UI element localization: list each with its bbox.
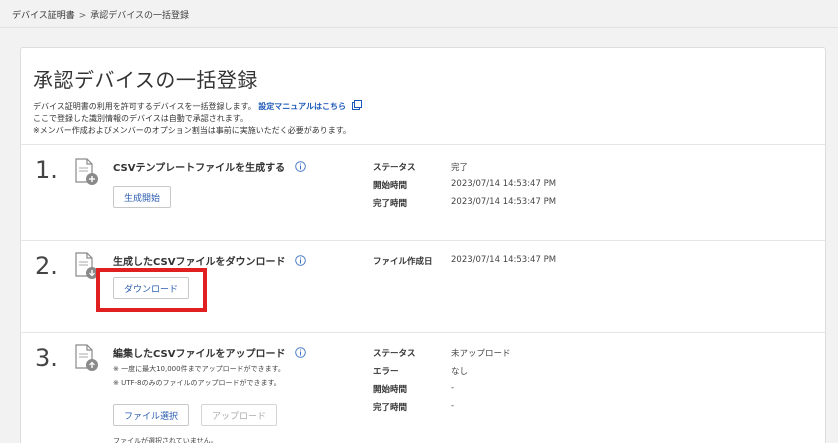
- description-line-2: ここで登録した識別情報のデバイスは自動で承認されます。: [33, 114, 248, 123]
- field-value: 完了: [451, 163, 469, 173]
- step-2-number: 2.: [35, 252, 58, 280]
- field-label: 開始時間: [373, 385, 408, 395]
- no-file-selected-text: ファイルが選択されていません。: [113, 437, 218, 443]
- field-label: エラー: [373, 367, 399, 377]
- step-3: 3. 編集したCSVファイルをアップロード ※ 一度に最大10,000件までアッ…: [21, 332, 825, 443]
- manual-link[interactable]: 設定マニュアルはこちら: [258, 102, 346, 111]
- breadcrumb-parent[interactable]: デバイス証明書: [12, 11, 75, 21]
- download-highlight-box: [96, 268, 207, 312]
- step-1-title: CSVテンプレートファイルを生成する: [113, 163, 286, 174]
- step-1-title-row: CSVテンプレートファイルを生成する: [113, 159, 306, 174]
- external-link-icon[interactable]: [351, 100, 362, 110]
- step-3-number: 3.: [35, 344, 58, 372]
- field-value: 2023/07/14 14:53:47 PM: [451, 197, 557, 207]
- description-line-1: デバイス証明書の利用を許可するデバイスを一括登録します。: [33, 102, 256, 111]
- breadcrumb-separator: >: [78, 11, 87, 21]
- step-2-title-row: 生成したCSVファイルをダウンロード: [113, 253, 306, 268]
- step-3-title-row: 編集したCSVファイルをアップロード: [113, 345, 306, 360]
- info-icon[interactable]: [295, 255, 306, 266]
- content-card: 承認デバイスの一括登録 デバイス証明書の利用を許可するデバイスを一括登録します。…: [20, 47, 826, 443]
- step-2-title: 生成したCSVファイルをダウンロード: [113, 257, 286, 268]
- field-label: ステータス: [373, 349, 416, 359]
- utf8-note: ※ UTF-8のみのファイルのアップロードができます。: [113, 379, 281, 387]
- page-title: 承認デバイスの一括登録: [33, 68, 258, 92]
- top-bar: デバイス証明書 > 承認デバイスの一括登録: [0, 0, 838, 28]
- info-icon[interactable]: [295, 347, 306, 358]
- step-3-title: 編集したCSVファイルをアップロード: [113, 349, 286, 360]
- field-value: -: [451, 383, 455, 393]
- description-line-3: ※メンバー作成およびメンバーのオプション割当は事前に実施いただく必要があります。: [33, 126, 351, 135]
- step-1: 1. CSVテンプレートファイルを生成する 生成開始 ステータス 完了 開始時間 2…: [21, 144, 825, 240]
- breadcrumb-current: 承認デバイスの一括登録: [90, 11, 190, 21]
- file-upload-icon: [75, 344, 98, 371]
- field-label: ステータス: [373, 163, 416, 173]
- field-value: -: [451, 401, 455, 411]
- field-value: 2023/07/14 14:53:47 PM: [451, 179, 557, 189]
- field-value: 2023/07/14 14:53:47 PM: [451, 255, 557, 265]
- field-value: なし: [451, 367, 469, 377]
- file-select-button[interactable]: ファイル選択: [113, 404, 189, 426]
- field-label: 完了時間: [373, 199, 408, 209]
- field-label: ファイル作成日: [373, 257, 433, 267]
- info-icon[interactable]: [294, 161, 306, 172]
- breadcrumb: デバイス証明書 > 承認デバイスの一括登録: [12, 8, 189, 21]
- file-add-icon: [75, 158, 98, 185]
- generate-start-button[interactable]: 生成開始: [113, 186, 171, 208]
- upload-button[interactable]: アップロード: [201, 404, 277, 426]
- field-label: 完了時間: [373, 403, 408, 413]
- upload-limit-note: ※ 一度に最大10,000件までアップロードができます。: [113, 365, 285, 373]
- page-description: デバイス証明書の利用を許可するデバイスを一括登録します。 設定マニュアルはこちら…: [33, 100, 362, 137]
- field-value: 未アップロード: [451, 349, 511, 359]
- field-label: 開始時間: [373, 181, 408, 191]
- step-1-number: 1.: [35, 156, 58, 184]
